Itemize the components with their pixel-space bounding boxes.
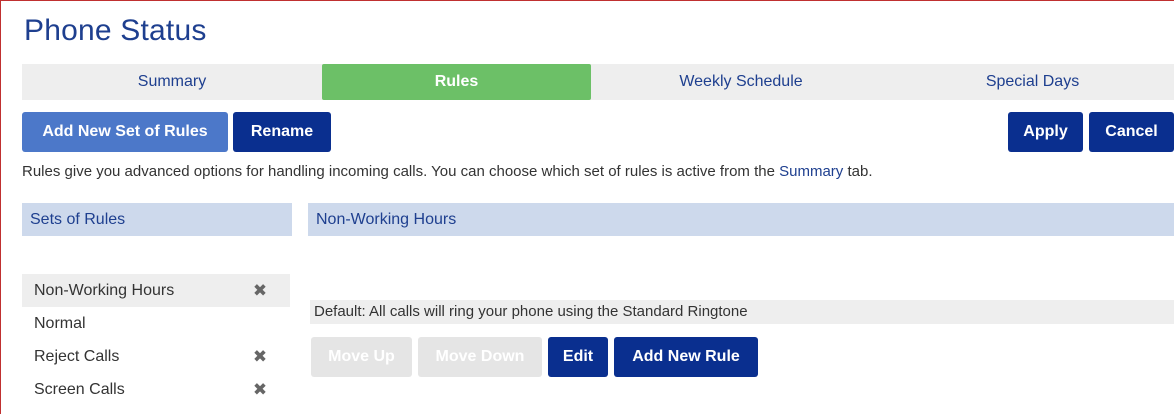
rules-info-text: Rules give you advanced options for hand…	[22, 163, 872, 180]
selected-set-header: Non-Working Hours	[308, 203, 1174, 236]
move-down-button[interactable]: Move Down	[418, 337, 542, 377]
summary-link[interactable]: Summary	[779, 163, 843, 180]
add-new-set-of-rules-button[interactable]: Add New Set of Rules	[22, 112, 228, 152]
page-title: Phone Status	[24, 14, 207, 47]
default-rule-text: Default: All calls will ring your phone …	[310, 300, 1174, 324]
edit-button[interactable]: Edit	[548, 337, 608, 377]
delete-icon[interactable]: ✖	[252, 373, 268, 406]
tab-bar: Summary Rules Weekly Schedule Special Da…	[22, 64, 1174, 100]
delete-icon[interactable]: ✖	[252, 274, 268, 307]
list-item-reject-calls[interactable]: Reject Calls ✖	[22, 340, 290, 373]
list-item-label: Reject Calls	[34, 348, 120, 365]
tab-rules[interactable]: Rules	[322, 64, 591, 100]
add-new-rule-button[interactable]: Add New Rule	[614, 337, 758, 377]
list-item-normal[interactable]: Normal	[22, 307, 290, 340]
list-item-screen-calls[interactable]: Screen Calls ✖	[22, 373, 290, 406]
tab-summary[interactable]: Summary	[22, 64, 322, 100]
cancel-button[interactable]: Cancel	[1089, 112, 1174, 152]
tab-weekly-schedule[interactable]: Weekly Schedule	[591, 64, 891, 100]
sets-of-rules-list: Non-Working Hours ✖ Normal Reject Calls …	[22, 274, 290, 406]
sets-of-rules-header: Sets of Rules	[22, 203, 292, 236]
list-item-label: Non-Working Hours	[34, 282, 175, 299]
delete-icon[interactable]: ✖	[252, 340, 268, 373]
list-item-non-working-hours[interactable]: Non-Working Hours ✖	[22, 274, 290, 307]
rename-button[interactable]: Rename	[233, 112, 331, 152]
tab-special-days[interactable]: Special Days	[891, 64, 1174, 100]
apply-button[interactable]: Apply	[1008, 112, 1083, 152]
move-up-button[interactable]: Move Up	[311, 337, 412, 377]
list-item-label: Normal	[34, 315, 86, 332]
list-item-label: Screen Calls	[34, 381, 125, 398]
info-text-after: tab.	[843, 163, 873, 180]
info-text-before: Rules give you advanced options for hand…	[22, 163, 780, 180]
